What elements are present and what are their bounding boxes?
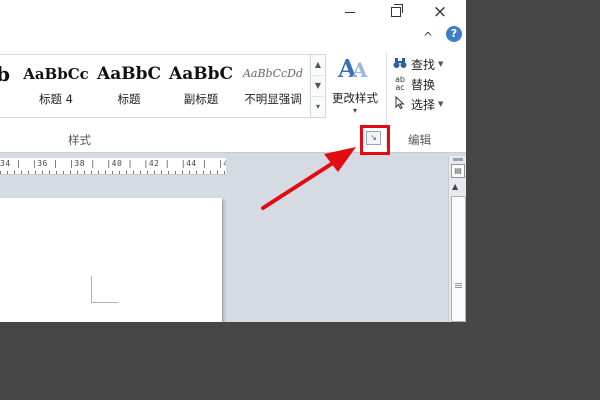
style-item-partial[interactable]: b [0,55,16,115]
style-name: 标题 [117,92,141,106]
styles-group-label: 样式 [68,133,91,147]
find-label: 查找 [411,57,436,72]
style-item-subtitle[interactable]: AaBbC 副标题 [166,55,236,115]
view-ruler-icon[interactable]: ▤ [451,164,465,178]
change-styles-button[interactable]: AA 更改样式 ▾ [328,54,382,118]
replace-label: 替换 [411,77,436,92]
ruler-ticks [0,171,226,174]
dropdown-arrow-icon: ▾ [352,106,357,115]
select-label: 选择 [411,97,436,112]
minimize-icon [345,11,355,13]
title-bar: × [0,0,466,26]
restore-icon [391,4,403,17]
document-page[interactable] [0,198,222,322]
style-sample: AaBbCc [23,65,89,83]
help-icon[interactable]: ? [446,26,462,42]
editing-group: 查找 ▼ ab ac 替换 选择 ▼ [392,54,458,114]
style-sample: AaBbC [97,64,161,84]
style-item-title[interactable]: AaBbC 标题 [96,55,162,115]
replace-button[interactable]: ab ac 替换 [392,74,458,94]
editing-group-label: 编辑 [408,133,431,147]
word-window: × ^ ? b AaBbCc 标题 4 AaBbC 标题 AaBbC 副标题 A… [0,0,466,322]
style-item-subtle-emphasis[interactable]: AaBbCcDd 不明显强调 [238,55,308,115]
scroll-up-icon[interactable]: ▲ [452,182,458,191]
change-styles-label: 更改样式 [332,91,378,105]
styles-gallery: b AaBbCc 标题 4 AaBbC 标题 AaBbC 副标题 AaBbCcD… [0,54,311,118]
gallery-scroll: ▲ ▼ ▾ [310,54,326,118]
style-sample: AaBbCcDd [242,67,304,80]
horizontal-ruler[interactable]: 34 | |36 | |38 | |40 | |42 | |44 | |46 |… [0,158,226,175]
grip-icon [455,283,462,289]
minimize-button[interactable] [338,3,362,21]
restore-button[interactable] [384,3,408,21]
ribbon-collapse-icon[interactable]: ^ [423,30,433,44]
scroll-thumb[interactable] [451,196,466,322]
ruler-numbers: 34 | |36 | |38 | |40 | |42 | |44 | |46 |… [0,159,226,168]
split-handle[interactable] [453,158,463,161]
gallery-scroll-up-icon[interactable]: ▲ [311,55,325,76]
margin-corner-mark [91,276,118,303]
style-name: 不明显强调 [244,92,302,106]
change-styles-icon: AA [338,54,368,83]
close-icon: × [432,1,448,22]
style-sample: b [0,62,10,86]
close-button[interactable]: × [428,3,452,21]
style-name: 副标题 [183,92,219,106]
dropdown-arrow-icon: ▼ [438,60,444,68]
cursor-arrow-icon [392,95,408,112]
style-name: 标题 4 [39,92,73,106]
replace-icon: ab ac [395,75,405,92]
gallery-more-icon[interactable]: ▾ [311,97,325,117]
style-item-heading4[interactable]: AaBbCc 标题 4 [22,55,90,115]
highlight-box [360,125,390,155]
vertical-scrollbar[interactable]: ▤ ▲ [448,156,466,322]
find-button[interactable]: 查找 ▼ [392,54,458,74]
gallery-scroll-down-icon[interactable]: ▼ [311,76,325,97]
select-button[interactable]: 选择 ▼ [392,94,458,114]
style-sample: AaBbC [169,64,233,84]
dropdown-arrow-icon: ▼ [438,100,444,108]
binoculars-icon [392,57,408,72]
